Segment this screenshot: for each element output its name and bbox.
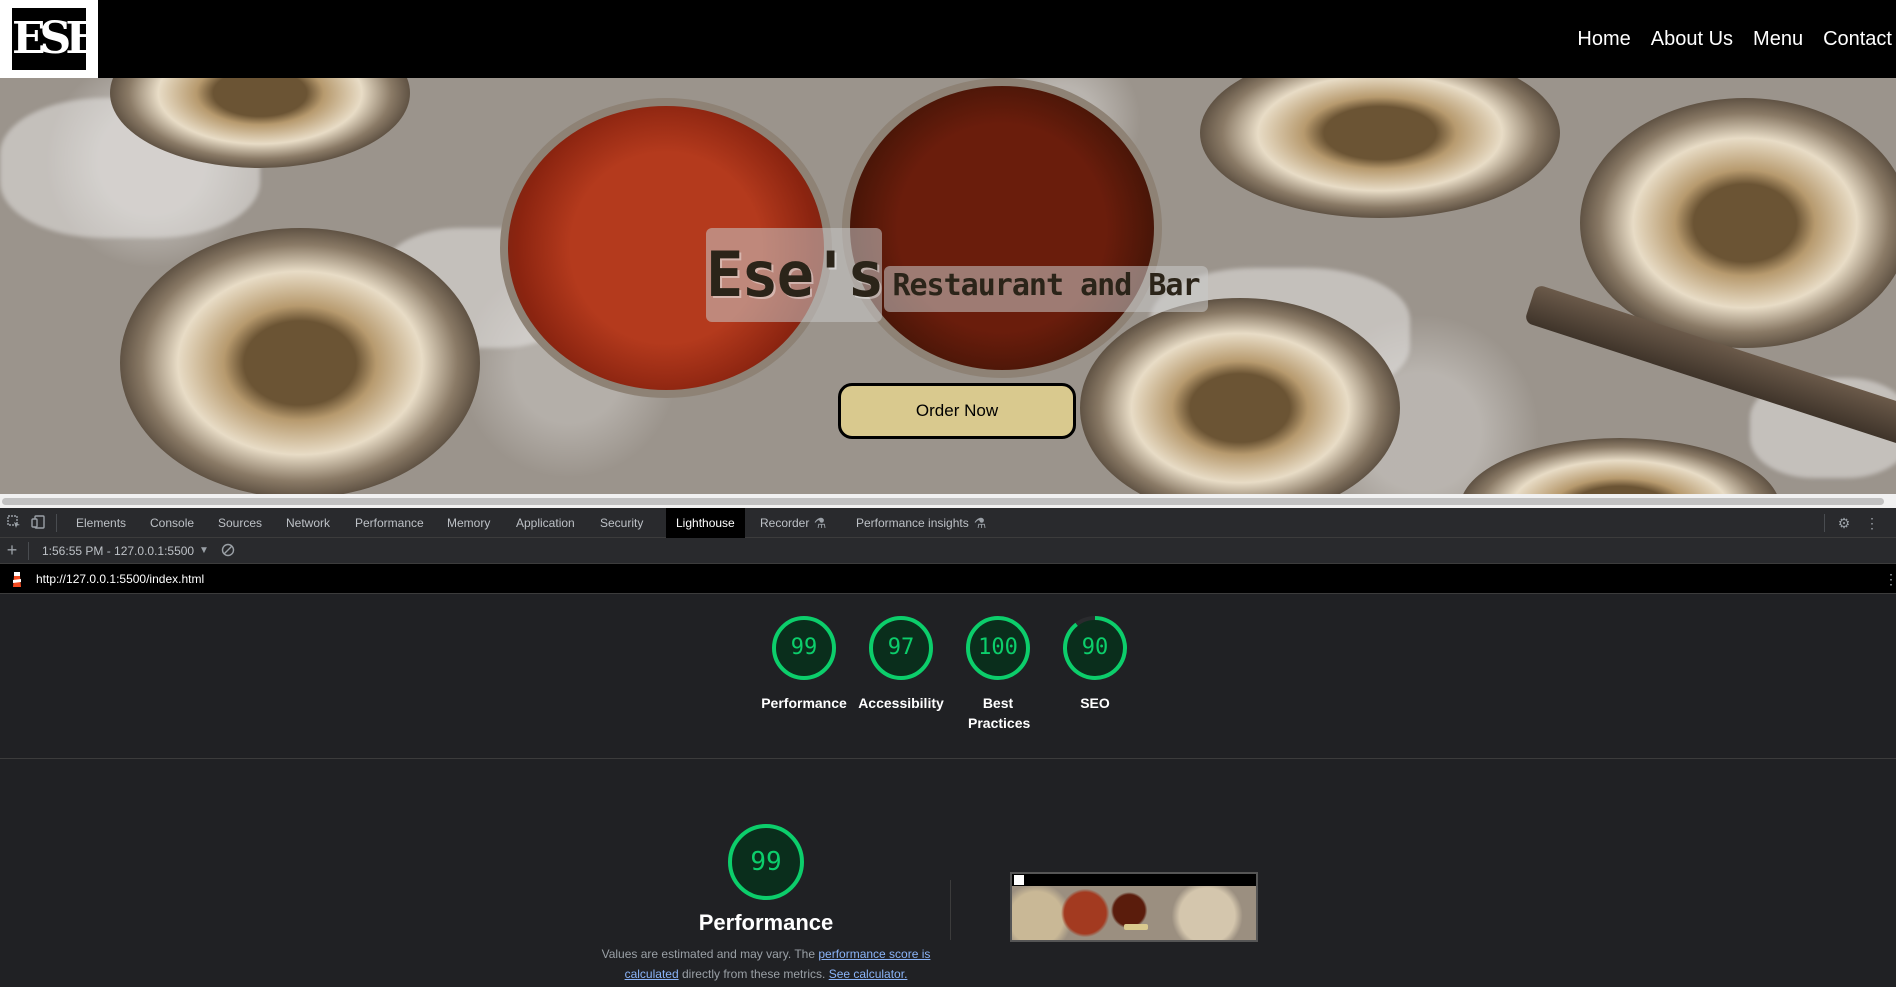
- performance-description: Values are estimated and may vary. The p…: [600, 944, 932, 984]
- more-options-icon[interactable]: ⋮: [1864, 515, 1880, 531]
- gauge-seo[interactable]: 90 SEO: [1047, 615, 1143, 713]
- thumbnail-logo: [1014, 875, 1024, 885]
- tab-sources[interactable]: Sources: [208, 508, 272, 538]
- settings-gear-icon[interactable]: ⚙: [1836, 515, 1852, 531]
- gauge-label: Performance: [761, 695, 847, 711]
- report-url-bar: http://127.0.0.1:5500/index.html ⋮: [0, 564, 1896, 594]
- gauge-value: 100: [978, 635, 1018, 660]
- main-nav: Home About Us Menu Contact: [1577, 0, 1892, 78]
- oyster-image: [1580, 98, 1896, 348]
- report-url[interactable]: http://127.0.0.1:5500/index.html: [36, 564, 204, 594]
- inspect-element-icon[interactable]: [6, 515, 22, 531]
- gauge-value: 97: [887, 635, 915, 660]
- hero-title: Ese's: [706, 238, 885, 311]
- report-menu-icon[interactable]: ⋮: [1884, 570, 1896, 588]
- thumbnail-hero: [1012, 886, 1256, 940]
- gauge-best-practices[interactable]: 100 Best Practices: [950, 615, 1046, 733]
- devtools-tab-bar: Elements Console Sources Network Perform…: [0, 508, 1896, 538]
- gauge-label: SEO: [1080, 695, 1110, 711]
- tab-performance-insights[interactable]: Performance insights: [846, 508, 979, 538]
- performance-score: 99: [750, 847, 782, 877]
- gauge-performance[interactable]: 99 Performance: [756, 615, 852, 713]
- toolbar-separator: [28, 542, 29, 560]
- section-divider: [950, 880, 951, 940]
- horizontal-scrollbar[interactable]: [0, 494, 1896, 508]
- tab-separator: [56, 514, 57, 532]
- tab-application[interactable]: Application: [506, 508, 585, 538]
- devtools-panel: Elements Console Sources Network Perform…: [0, 508, 1896, 987]
- device-toolbar-icon[interactable]: [30, 515, 46, 531]
- tab-lighthouse[interactable]: Lighthouse: [666, 508, 745, 538]
- see-calculator-link[interactable]: See calculator.: [829, 967, 908, 981]
- logo-mark: ESE: [12, 8, 99, 70]
- clear-all-icon[interactable]: [220, 543, 236, 559]
- new-report-plus-icon[interactable]: +: [4, 541, 20, 559]
- performance-section: 99 Performance Values are estimated and …: [0, 760, 1896, 987]
- oyster-image: [1460, 438, 1780, 494]
- order-now-button[interactable]: Order Now: [838, 383, 1076, 439]
- tab-separator: [1824, 514, 1825, 532]
- website-viewport: ESE Home About Us Menu Contact Ese's Res…: [0, 0, 1896, 494]
- tab-security[interactable]: Security: [590, 508, 653, 538]
- experiment-flask-icon: ⚗: [813, 515, 827, 531]
- thumbnail-header: [1012, 874, 1256, 886]
- gauge-value: 90: [1081, 635, 1109, 660]
- scrollbar-thumb[interactable]: [2, 498, 1884, 505]
- tab-performance[interactable]: Performance: [345, 508, 434, 538]
- site-logo[interactable]: ESE: [0, 0, 99, 78]
- performance-title: Performance: [698, 910, 834, 935]
- tab-console[interactable]: Console: [140, 508, 204, 538]
- gauge-label: Accessibility: [858, 695, 944, 711]
- mignonette-bowl: [842, 78, 1162, 378]
- thumbnail-button: [1124, 924, 1148, 930]
- tab-memory[interactable]: Memory: [437, 508, 500, 538]
- lighthouse-logo-icon: [10, 571, 24, 587]
- desc-text: Values are estimated and may vary. The: [601, 947, 819, 961]
- nav-link-menu[interactable]: Menu: [1753, 28, 1803, 51]
- nav-link-contact[interactable]: Contact: [1823, 28, 1892, 51]
- gauge-accessibility[interactable]: 97 Accessibility: [853, 615, 949, 713]
- tab-elements[interactable]: Elements: [66, 508, 136, 538]
- page-screenshot-thumbnail[interactable]: [1010, 872, 1258, 942]
- desc-text: directly from these metrics.: [678, 967, 829, 981]
- gauge-label: Best Practices: [968, 695, 1031, 731]
- tab-network[interactable]: Network: [276, 508, 340, 538]
- lighthouse-toolbar: + 1:56:55 PM - 127.0.0.1:5500 ▼: [0, 538, 1896, 564]
- nav-link-about-us[interactable]: About Us: [1651, 28, 1733, 51]
- report-selector[interactable]: 1:56:55 PM - 127.0.0.1:5500: [42, 538, 194, 564]
- oyster-image: [1200, 78, 1560, 218]
- experiment-flask-icon: ⚗: [973, 515, 987, 531]
- chevron-down-icon[interactable]: ▼: [196, 543, 212, 559]
- site-header: ESE Home About Us Menu Contact: [0, 0, 1896, 78]
- nav-link-home[interactable]: Home: [1577, 28, 1630, 51]
- score-summary: 99 Performance 97 Accessibility 100 Best…: [0, 595, 1896, 759]
- oyster-image: [120, 228, 480, 494]
- gauge-value: 99: [790, 635, 818, 660]
- hero-subtitle: Restaurant and Bar: [892, 268, 1200, 303]
- tab-recorder[interactable]: Recorder: [750, 508, 819, 538]
